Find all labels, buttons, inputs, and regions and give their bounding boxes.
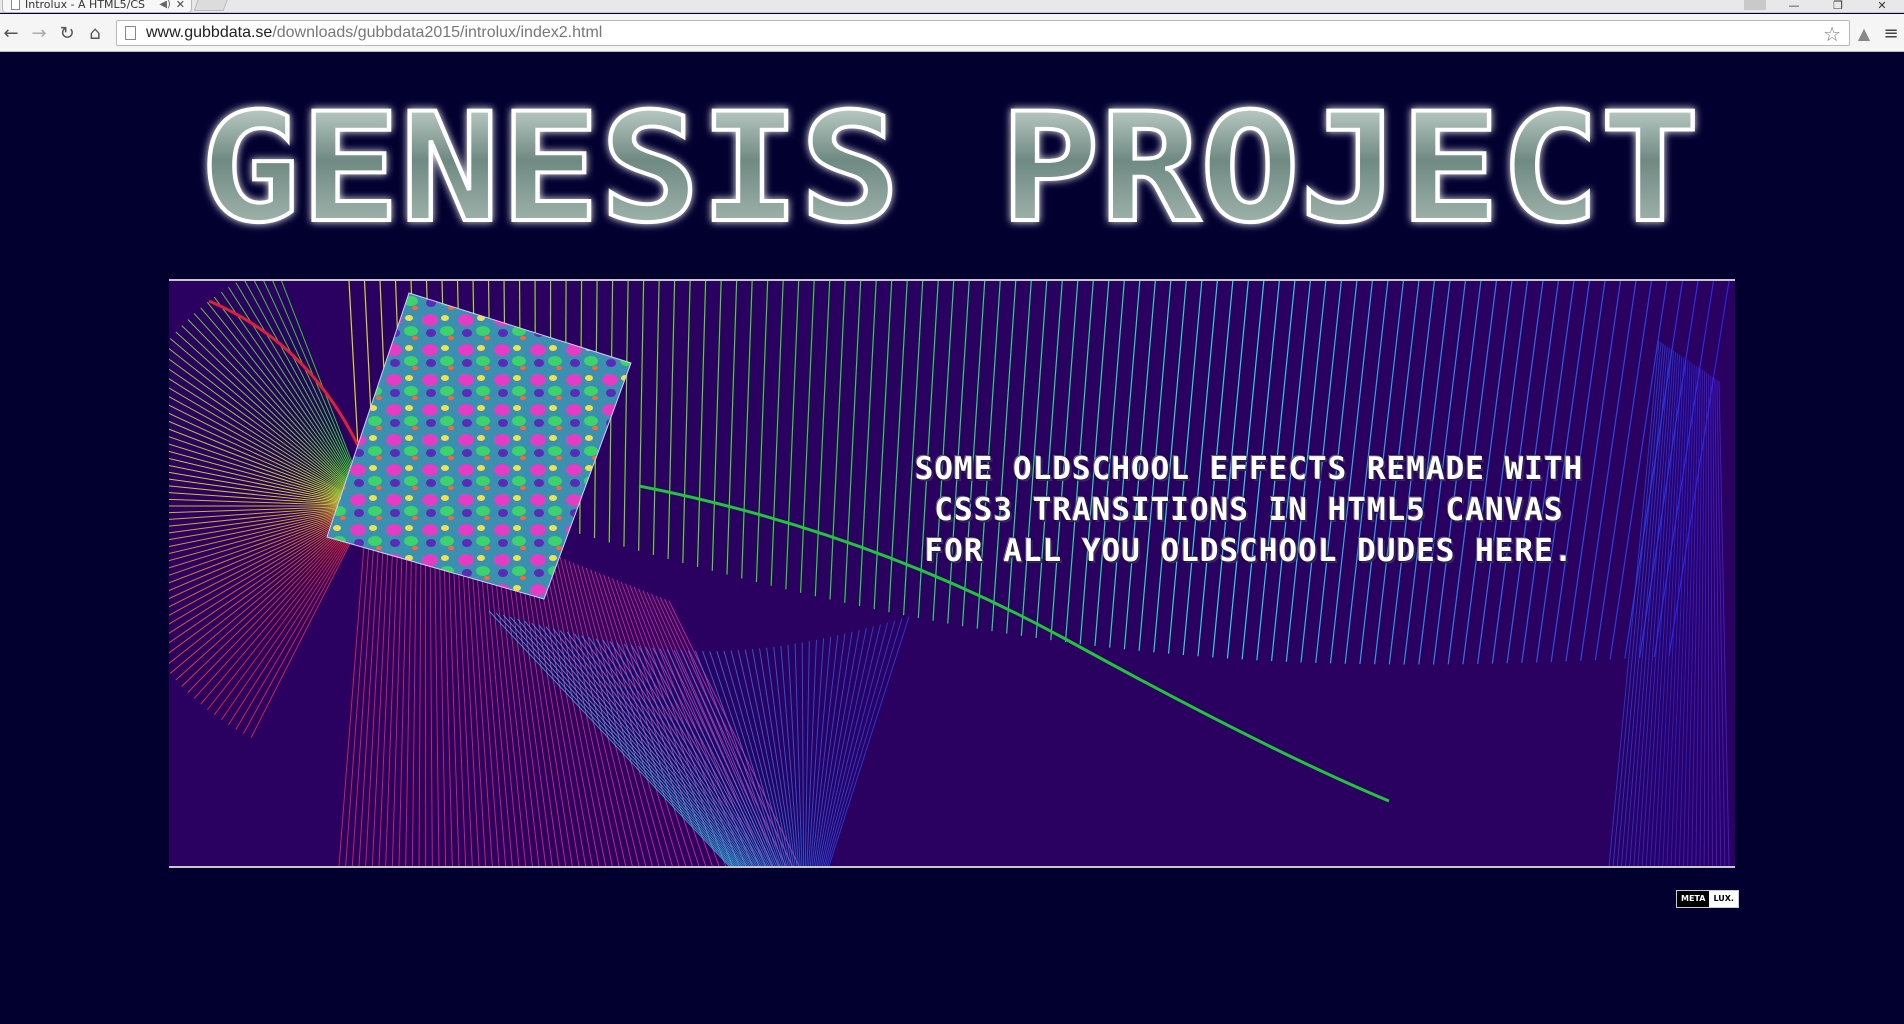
effect-line [200, 307, 370, 507]
effect-line [588, 636, 754, 866]
effect-line [821, 624, 882, 866]
effect-line [823, 622, 889, 866]
effect-line [799, 281, 815, 593]
url-host: www.gubbdata.se [146, 24, 273, 41]
speaker-icon[interactable]: ◀) [159, 0, 171, 10]
tab-strip: Introlux - A HTML5/CS ◀) ✕ — ❐ ✕ [0, 0, 1904, 13]
page-icon [11, 0, 20, 10]
page-info-icon [125, 26, 136, 40]
effect-line [546, 552, 613, 866]
effect-line [682, 281, 691, 564]
effect-line [623, 281, 629, 547]
effect-line [538, 624, 742, 866]
address-bar[interactable]: www.gubbdata.se/downloads/gubbdata2015/i… [116, 20, 1850, 46]
effect-line [696, 281, 707, 567]
effect-line [1629, 347, 1670, 866]
browser-tab[interactable]: Introlux - A HTML5/CS ◀) ✕ [2, 0, 192, 13]
effect-line [1710, 375, 1713, 866]
effect-line [826, 618, 903, 866]
effect-line [659, 648, 771, 866]
line-effect [169, 281, 1730, 866]
effect-line [844, 281, 862, 603]
reload-icon[interactable]: ↻ [56, 22, 78, 44]
effect-line [652, 647, 769, 866]
close-tab-icon[interactable]: ✕ [176, 0, 185, 11]
effect-line [169, 338, 370, 507]
bookmark-star-icon[interactable]: ☆ [1823, 22, 1841, 47]
effect-line [770, 281, 784, 586]
minimize-icon[interactable]: — [1772, 0, 1816, 12]
forward-icon[interactable]: → [28, 22, 50, 44]
scroll-line: FOR ALL YOU OLDSCHOOL DUDES HERE. [924, 533, 1574, 569]
effect-line [829, 281, 846, 600]
effect-line [741, 281, 753, 579]
scroll-line: SOME OLDSCHOOL EFFECTS REMADE WITH [914, 451, 1584, 487]
effect-line [572, 562, 653, 866]
effect-line [581, 635, 752, 866]
effect-line [551, 553, 620, 866]
effect-line [193, 313, 370, 507]
effect-line [603, 574, 700, 866]
effect-line [711, 281, 722, 571]
effect-line [609, 641, 759, 866]
window-controls: — ❐ ✕ [1772, 0, 1904, 12]
effect-line [1625, 346, 1668, 866]
effect-line [1703, 372, 1708, 866]
effect-line [814, 281, 831, 597]
badge-left: META [1677, 891, 1710, 907]
back-icon[interactable]: ← [0, 22, 22, 44]
effect-line [220, 291, 370, 507]
metalux-badge[interactable]: META LUX. [1676, 890, 1739, 908]
effect-line [638, 281, 645, 551]
effect-line [1612, 342, 1662, 866]
home-icon[interactable]: ⌂ [84, 22, 106, 44]
plasma-cube [326, 292, 632, 600]
drive-icon[interactable]: ▲ [1853, 22, 1875, 44]
effect-line [828, 616, 910, 866]
effect-line [509, 616, 735, 866]
restore-icon[interactable]: ❐ [1816, 0, 1860, 12]
effect-line [726, 281, 738, 575]
scroll-text: SOME OLDSCHOOL EFFECTS REMADE WITH CSS3 … [869, 449, 1629, 572]
effect-line [667, 281, 676, 559]
effect-line [801, 642, 805, 866]
url-path: /downloads/gubbdata2015/introlux/index2.… [272, 24, 603, 41]
badge-right: LUX. [1709, 891, 1738, 907]
effect-line [1624, 281, 1684, 659]
effect-line [755, 281, 769, 583]
effect-line [652, 281, 660, 555]
tab-title: Introlux - A HTML5/CS [25, 0, 146, 11]
browser-toolbar: ← → ↻ ⌂ www.gubbdata.se/downloads/gubbda… [0, 14, 1904, 52]
profile-icon[interactable] [1744, 0, 1766, 10]
new-tab-button[interactable] [193, 0, 229, 11]
logo-text: GENESIS PROJECT [200, 82, 1700, 250]
menu-icon[interactable]: ≡ [1880, 22, 1902, 44]
demo-canvas: SOME OLDSCHOOL EFFECTS REMADE WITH CSS3 … [169, 279, 1735, 868]
genesis-project-logo: GENESIS PROJECT [198, 80, 1702, 250]
scroll-line: CSS3 TRANSITIONS IN HTML5 CANVAS [934, 492, 1564, 528]
effect-line [785, 281, 800, 590]
close-window-icon[interactable]: ✕ [1860, 0, 1904, 12]
